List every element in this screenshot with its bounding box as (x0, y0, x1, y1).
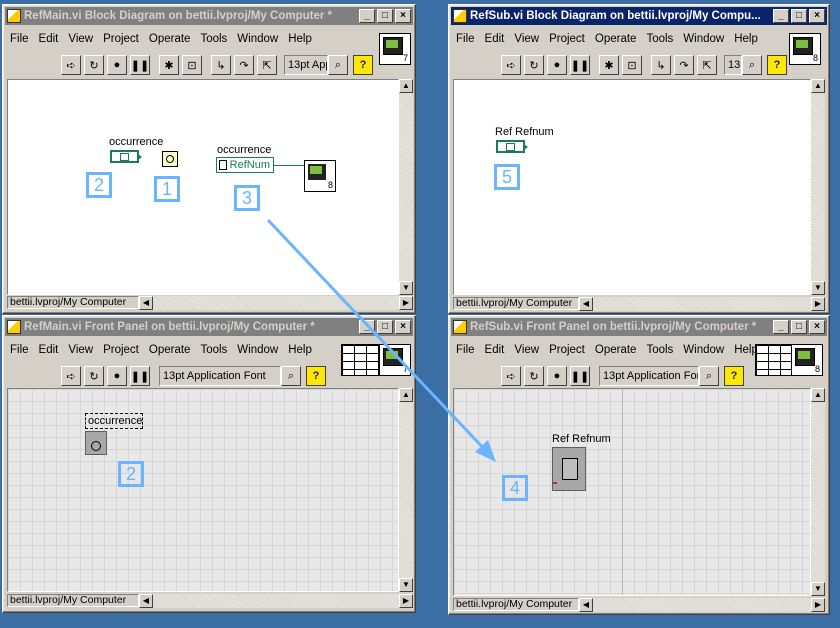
arrow-line (266, 218, 490, 455)
annotation-arrow (266, 218, 496, 462)
